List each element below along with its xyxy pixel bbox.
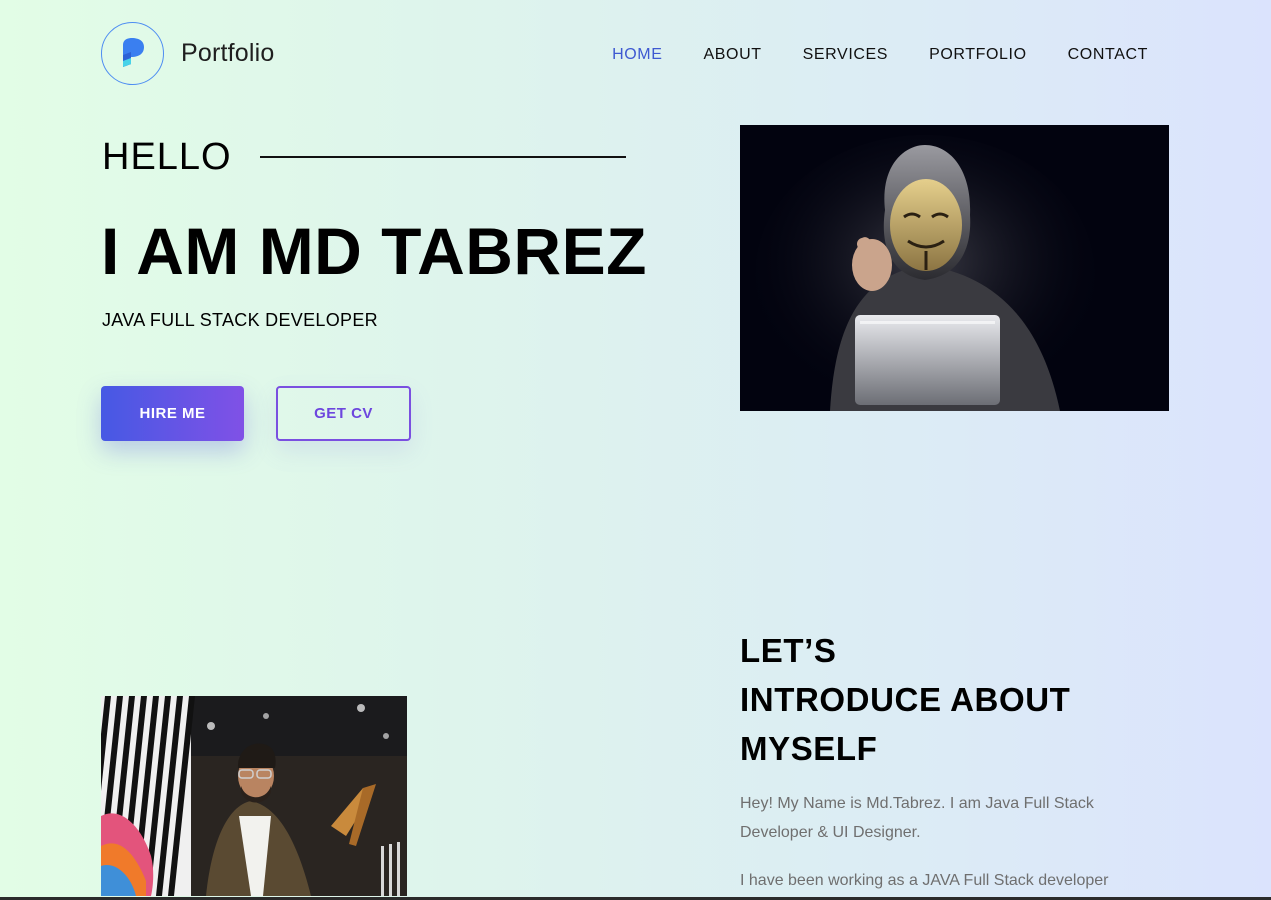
logo-badge xyxy=(101,22,164,85)
about-heading-line-1: LET’S xyxy=(740,632,837,669)
nav-about[interactable]: ABOUT xyxy=(704,45,762,65)
get-cv-button[interactable]: GET CV xyxy=(276,386,411,441)
greeting-row: HELLO xyxy=(102,135,626,179)
greeting-divider xyxy=(259,156,626,158)
main-nav: HOME ABOUT SERVICES PORTFOLIO CONTACT xyxy=(571,45,1148,65)
logo-link[interactable]: Portfolio xyxy=(101,22,275,85)
developer-photo-illustration xyxy=(101,696,407,896)
nav-contact[interactable]: CONTACT xyxy=(1068,45,1148,65)
brand-name: Portfolio xyxy=(181,39,275,67)
hero-name: I AM MD TABREZ xyxy=(101,214,647,288)
about-heading-line-3: MYSELF xyxy=(740,730,878,767)
nav-portfolio[interactable]: PORTFOLIO xyxy=(929,45,1027,65)
nav-home[interactable]: HOME xyxy=(612,45,662,65)
hooded-figure-illustration xyxy=(740,125,1169,411)
nav-services[interactable]: SERVICES xyxy=(803,45,888,65)
hero-image xyxy=(740,125,1169,411)
about-experience-paragraph: I have been working as a JAVA Full Stack… xyxy=(740,872,1109,889)
hire-me-button[interactable]: HIRE ME xyxy=(101,386,244,441)
greeting-text: HELLO xyxy=(102,136,232,178)
p-logo-icon xyxy=(122,37,144,67)
about-photo xyxy=(101,696,407,896)
about-intro-paragraph: Hey! My Name is Md.Tabrez. I am Java Ful… xyxy=(740,795,1094,841)
about-heading: LET’S INTRODUCE ABOUT MYSELF xyxy=(740,626,1070,773)
about-heading-line-2: INTRODUCE ABOUT xyxy=(740,681,1071,718)
hero-role: JAVA FULL STACK DEVELOPER xyxy=(102,310,378,330)
